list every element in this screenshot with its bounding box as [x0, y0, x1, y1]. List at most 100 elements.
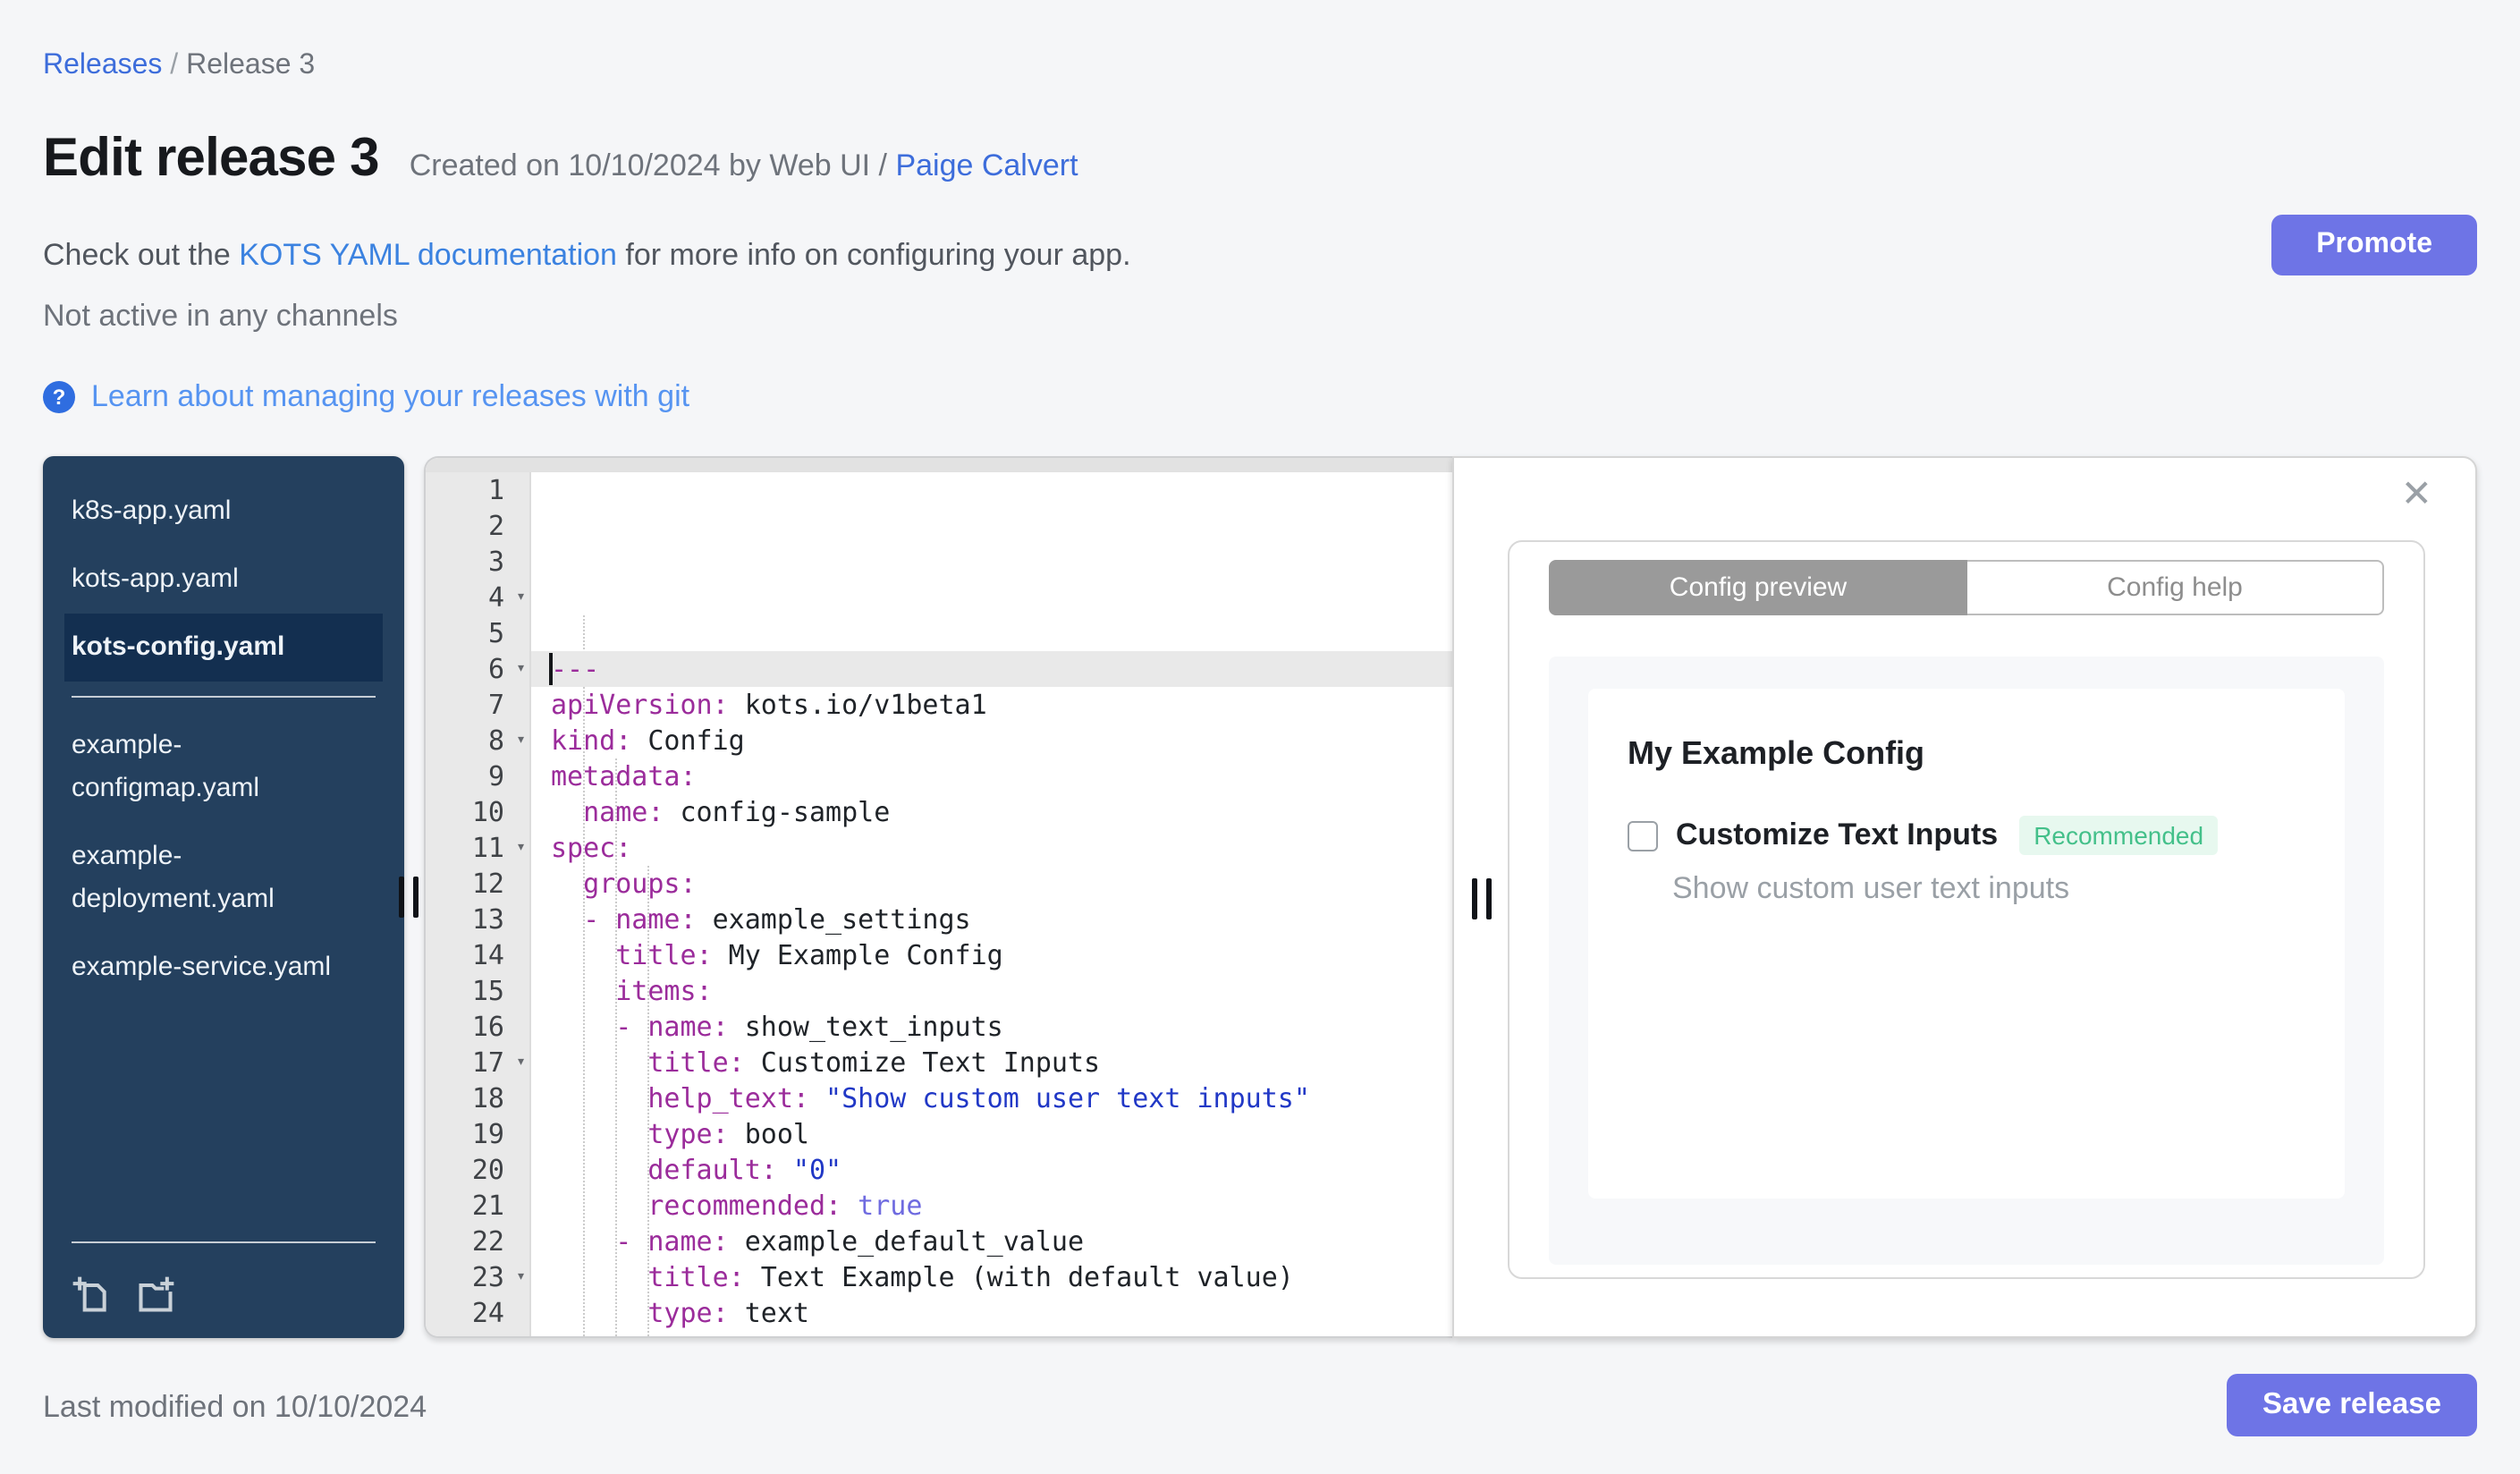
gutter-line-25: 25: [426, 1331, 529, 1336]
resize-bar: [1486, 878, 1492, 919]
code-line-12: title: Customize Text Inputs: [531, 1045, 1452, 1080]
created-subtitle: Created on 10/10/2024 by Web UI / Paige …: [410, 148, 1078, 184]
config-group-card: My Example Config Customize Text Inputs …: [1588, 689, 2345, 1199]
file-name: k8s-app.yaml: [72, 496, 232, 526]
gutter-line-20: 20: [471, 1154, 504, 1186]
gutter-line-1: 1: [487, 474, 504, 506]
gutter-line-17: 17 ▾: [471, 1045, 526, 1080]
code-line-7: groups:: [531, 866, 1452, 902]
code-line-5: name: config-sample: [531, 794, 1452, 830]
config-item-row: Customize Text Inputs Recommended: [1628, 816, 2305, 855]
gutter-line-15: 15: [471, 975, 504, 1007]
code-token: true: [841, 1190, 923, 1222]
gutter-line-22: 22: [471, 1225, 504, 1258]
tab-config-help[interactable]: Config help: [1967, 560, 2384, 615]
tab-config-preview[interactable]: Config preview: [1549, 560, 1967, 615]
kots-yaml-doc-link[interactable]: KOTS YAML documentation: [239, 238, 617, 272]
code-line-10: items:: [531, 973, 1452, 1009]
file-item-example-configmap.yaml[interactable]: example-configmap.yaml: [64, 712, 383, 823]
code-token: "0": [776, 1154, 842, 1186]
save-release-button[interactable]: Save release: [2226, 1374, 2477, 1436]
file-list: k8s-app.yaml kots-app.yaml kots-config.yam…: [43, 478, 404, 1002]
config-preview-panel: ✕ Config preview Config help My Example C…: [1452, 456, 2477, 1338]
gutter-line-14: 14: [471, 939, 504, 971]
fold-arrow-icon[interactable]: ▾: [516, 1259, 526, 1295]
fold-arrow-icon[interactable]: ▾: [516, 723, 526, 758]
code-token: name:: [551, 796, 664, 828]
gutter-line-3: 3: [487, 546, 504, 578]
config-item-label[interactable]: Customize Text Inputs: [1676, 817, 1998, 853]
gutter-line-16: 16: [471, 1011, 504, 1043]
file-item-kots-config.yaml[interactable]: kots-config.yaml: [64, 614, 383, 682]
code-line-11: - name: show_text_inputs: [531, 1009, 1452, 1045]
gutter-line-19: 19: [471, 1118, 504, 1150]
resize-bar: [413, 877, 419, 918]
code-token: - name:: [551, 1225, 729, 1258]
release-editor-area: k8s-app.yaml kots-app.yaml kots-config.yam…: [43, 456, 2477, 1338]
code-token: type:: [551, 1297, 729, 1329]
code-line-8: - name: example_settings: [531, 902, 1452, 937]
config-checkbox[interactable]: [1628, 820, 1658, 851]
promote-button[interactable]: Promote: [2271, 215, 2477, 275]
code-token: spec:: [551, 832, 632, 864]
file-item-kots-app.yaml[interactable]: kots-app.yaml: [64, 546, 383, 614]
breadcrumb-current: Release 3: [186, 50, 316, 80]
code-line-17: - name: example_default_value: [531, 1224, 1452, 1259]
fold-arrow-icon[interactable]: ▾: [516, 830, 526, 866]
question-icon: ?: [43, 381, 75, 413]
code-line-2: apiVersion: kots.io/v1beta1: [531, 687, 1452, 723]
code-token: example_settings: [696, 903, 971, 936]
preview-viewport: My Example Config Customize Text Inputs …: [1549, 657, 2384, 1265]
code-line-20: value: "": [531, 1331, 1452, 1336]
add-file-icon[interactable]: [72, 1275, 111, 1315]
file-item-example-service.yaml[interactable]: example-service.yaml: [64, 934, 383, 1002]
gutter-line-23: 23 ▾: [471, 1259, 526, 1295]
code-line-9: title: My Example Config: [531, 937, 1452, 973]
gutter-line-8: 8 ▾: [487, 723, 526, 758]
gutter-line-6: 6 ▾: [487, 651, 526, 687]
edit-release-page: Releases / Release 3 Edit release 3 Crea…: [0, 0, 2520, 1474]
title-row: Edit release 3 Created on 10/10/2024 by …: [43, 129, 1078, 190]
code-token: kots.io/v1beta1: [728, 689, 987, 721]
code-line-15: default: "0": [531, 1152, 1452, 1188]
editor-code[interactable]: --- apiVersion: kots.io/v1beta1 kind: Conf…: [531, 472, 1452, 1336]
file-list-divider: [72, 696, 376, 698]
code-token: bool: [728, 1118, 809, 1150]
sidebar-actions: [64, 1258, 383, 1338]
editor-resize-handle[interactable]: [1472, 878, 1492, 919]
gutter-line-12: 12: [471, 868, 504, 900]
code-token: groups:: [551, 868, 697, 900]
editor-gutter: 1 2 3 4 ▾ 5 6 ▾ 7 8 ▾ 9 10 11 ▾ 12 13 14 15 16 17 ▾ 18 19 20 21 22…: [426, 472, 531, 1336]
git-releases-link[interactable]: Learn about managing your releases with …: [91, 379, 689, 415]
code-token: title:: [551, 1261, 745, 1293]
file-sidebar: k8s-app.yaml kots-app.yaml kots-config.yam…: [43, 456, 404, 1338]
code-token: metadata:: [551, 760, 697, 792]
gutter-line-5: 5: [487, 617, 504, 649]
fold-arrow-icon[interactable]: ▾: [516, 1045, 526, 1080]
fold-arrow-icon[interactable]: ▾: [516, 651, 526, 687]
breadcrumb-releases-link[interactable]: Releases: [43, 50, 162, 80]
code-line-6: spec:: [531, 830, 1452, 866]
fold-arrow-icon[interactable]: ▾: [516, 580, 526, 615]
code-token: - name:: [551, 1011, 729, 1043]
code-token: Text Example (with default value): [744, 1261, 1294, 1293]
close-icon[interactable]: ✕: [2401, 476, 2432, 513]
code-token: show_text_inputs: [728, 1011, 1003, 1043]
add-folder-icon[interactable]: [136, 1275, 175, 1315]
config-group-title: My Example Config: [1628, 735, 1925, 771]
page-title: Edit release 3: [43, 129, 380, 188]
file-item-k8s-app.yaml[interactable]: k8s-app.yaml: [64, 478, 383, 546]
code-token: example_default_value: [728, 1225, 1085, 1258]
preview-tabs: Config preview Config help: [1549, 560, 2384, 615]
code-token: "Show custom user text inputs": [809, 1082, 1310, 1114]
sidebar-resize-handle[interactable]: [399, 877, 419, 918]
created-by-link[interactable]: Paige Calvert: [895, 148, 1078, 182]
file-name: example-service.yaml: [72, 952, 332, 982]
file-item-example-deployment.yaml[interactable]: example-deployment.yaml: [64, 823, 383, 934]
yaml-editor[interactable]: 1 2 3 4 ▾ 5 6 ▾ 7 8 ▾ 9 10 11 ▾ 12 13 14 15 16 17 ▾ 18 19 20 21 22…: [424, 456, 1452, 1338]
code-line-14: type: bool: [531, 1116, 1452, 1152]
doc-prefix: Check out the: [43, 238, 240, 272]
gutter-line-2: 2: [487, 510, 504, 542]
code-token: ---: [551, 653, 600, 685]
code-line-1: ---: [531, 651, 1452, 687]
